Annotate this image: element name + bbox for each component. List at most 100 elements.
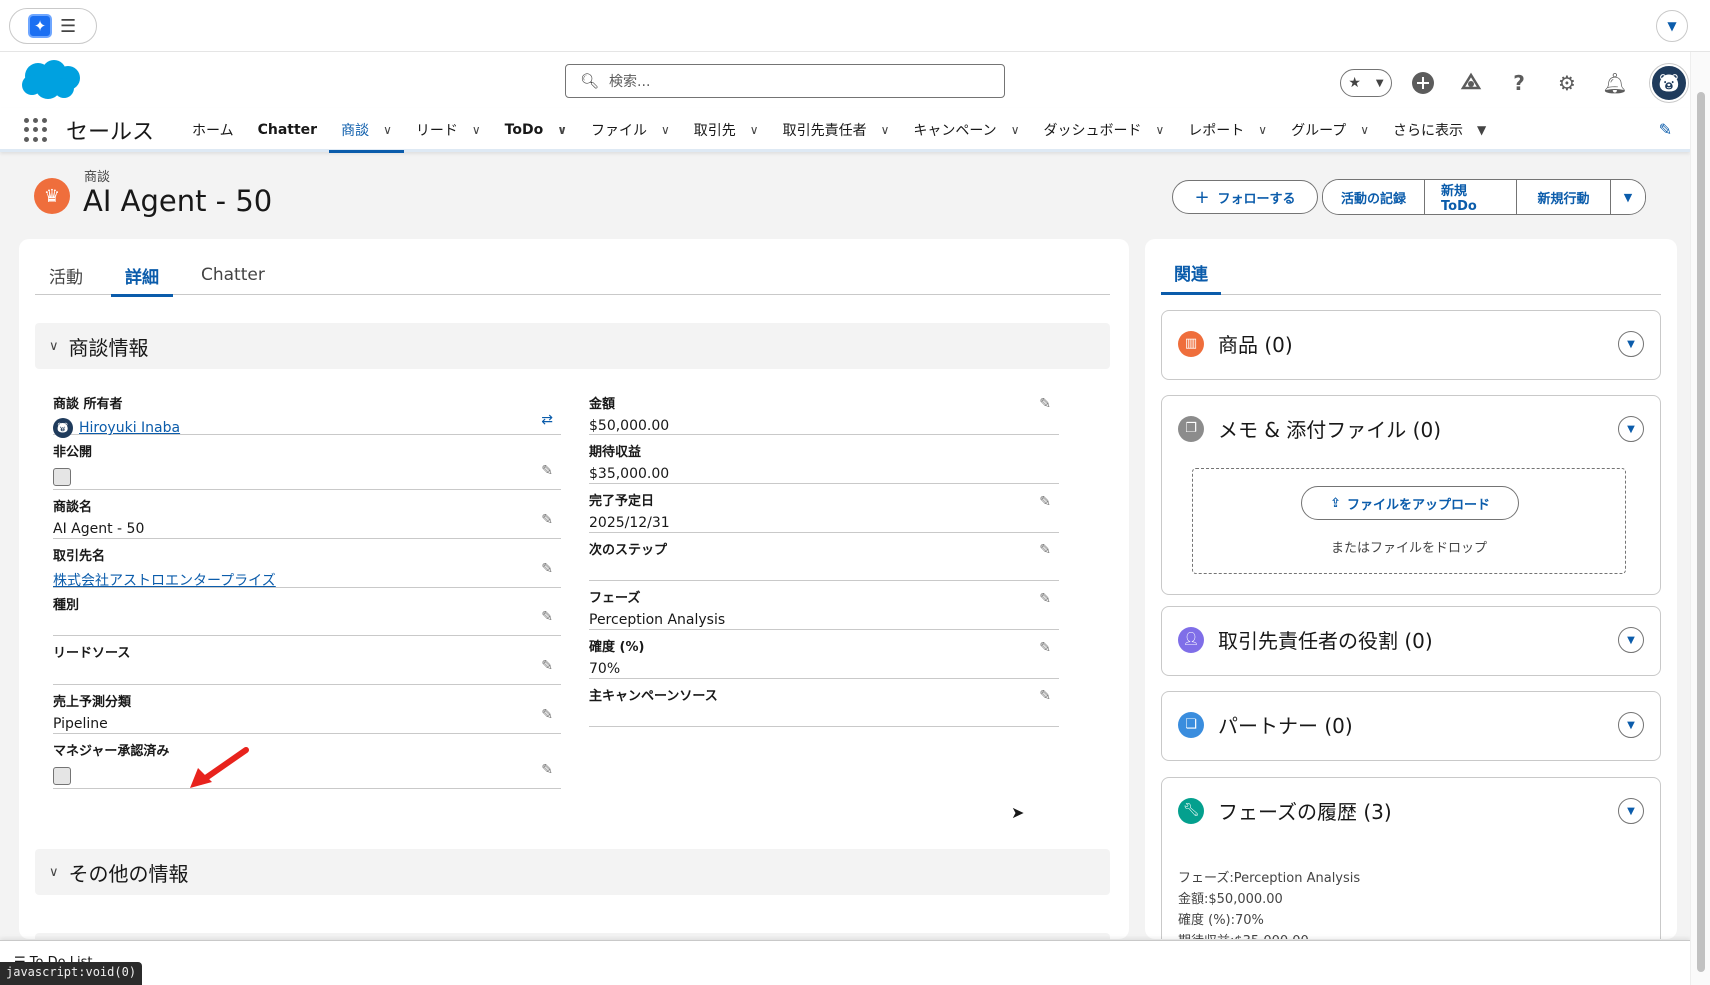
nav-item[interactable]: 商談 ∨ <box>329 108 404 153</box>
related-notes-title[interactable]: メモ & 添付ファイル (0) <box>1218 414 1441 443</box>
chevron-down-icon[interactable]: ▼ <box>1618 416 1644 442</box>
extension-button[interactable]: ✦ ☰ <box>9 8 97 44</box>
edit-pencil-icon[interactable]: ✎ <box>1039 396 1051 412</box>
tab-details[interactable]: 詳細 <box>111 255 173 297</box>
section-opportunity-info[interactable]: ∨ 商談情報 <box>35 323 1110 369</box>
section-other-info[interactable]: ∨ その他の情報 <box>35 849 1110 895</box>
new-event-button[interactable]: 新規行動 <box>1517 180 1611 214</box>
nav-item-label: ToDo <box>504 122 544 138</box>
chevron-down-icon[interactable]: ∨ <box>383 123 392 137</box>
more-actions-button[interactable]: ▼ <box>1611 180 1645 214</box>
chevron-down-icon[interactable]: ∨ <box>881 123 890 137</box>
field-label: マネジャー承認済み <box>53 744 170 759</box>
related-partners-title[interactable]: パートナー (0) <box>1218 710 1353 739</box>
nav-item[interactable]: 取引先 ∨ <box>682 108 771 152</box>
nav-item[interactable]: さらに表示 ▼ <box>1381 108 1498 152</box>
chevron-down-icon[interactable]: ∨ <box>472 123 481 137</box>
nav-item[interactable]: グループ ∨ <box>1279 108 1381 152</box>
edit-pencil-icon[interactable]: ✎ <box>541 512 553 528</box>
star-icon: ★ <box>1348 75 1361 91</box>
tab-chatter[interactable]: Chatter <box>187 255 279 295</box>
related-stage-history-title[interactable]: フェーズの履歴 (3) <box>1218 796 1392 825</box>
related-contact-roles-title[interactable]: 取引先責任者の役割 (0) <box>1218 625 1433 654</box>
nav-item[interactable]: ホーム <box>180 108 246 152</box>
change-owner-icon[interactable]: ⇄ <box>541 412 553 428</box>
chevron-down-icon[interactable]: ∨ <box>1011 123 1020 137</box>
edit-pencil-icon[interactable]: ✎ <box>1039 688 1051 704</box>
app-launcher-icon[interactable] <box>24 118 48 142</box>
edit-pencil-icon[interactable]: ✎ <box>1039 591 1051 607</box>
chevron-down-icon: ∨ <box>49 864 59 880</box>
edit-pencil-icon[interactable]: ✎ <box>541 463 553 479</box>
help-icon[interactable]: ? <box>1506 70 1532 96</box>
tab-related[interactable]: 関連 <box>1161 255 1661 295</box>
nav-item[interactable]: ダッシュボード ∨ <box>1031 108 1176 152</box>
field-label: フェーズ <box>589 591 641 606</box>
related-products-title[interactable]: 商品 (0) <box>1218 329 1293 358</box>
chevron-down-icon[interactable]: ∨ <box>557 123 567 137</box>
add-icon[interactable] <box>1410 70 1436 96</box>
edit-pencil-icon[interactable]: ✎ <box>541 762 553 778</box>
tab-activity[interactable]: 活動 <box>35 255 97 295</box>
chevron-down-icon[interactable]: ▼ <box>1656 10 1688 42</box>
checkbox[interactable] <box>53 468 71 486</box>
search-input[interactable]: 🔍︎ 検索... <box>565 64 1005 98</box>
upload-file-button[interactable]: ⇪ ファイルをアップロード <box>1301 486 1519 520</box>
edit-pencil-icon[interactable]: ✎ <box>541 707 553 723</box>
chevron-down-icon[interactable]: ∨ <box>1360 123 1369 137</box>
nav-item-label: Chatter <box>257 122 318 138</box>
field-label: 非公開 <box>53 445 93 460</box>
cloud-icon[interactable] <box>1458 70 1484 96</box>
edit-pencil-icon[interactable]: ✎ <box>1039 542 1051 558</box>
nav-item[interactable]: レポート ∨ <box>1176 108 1279 152</box>
chevron-down-icon[interactable]: ▼ <box>1618 712 1644 738</box>
gear-icon[interactable]: ⚙ <box>1554 70 1580 96</box>
follow-button[interactable]: + フォローする <box>1172 180 1318 214</box>
edit-pencil-icon[interactable]: ✎ <box>541 609 553 625</box>
scrollbar[interactable] <box>1690 52 1710 985</box>
chevron-down-icon[interactable]: ▼ <box>1477 123 1486 137</box>
favorites-button[interactable]: ★ ▼ <box>1340 69 1392 97</box>
field-value <box>589 710 1059 728</box>
field-value: 70% <box>589 661 621 677</box>
chevron-down-icon[interactable]: ▼ <box>1618 627 1644 653</box>
history-line: フェーズ:Perception Analysis <box>1178 871 1361 886</box>
field-value <box>53 667 561 685</box>
new-todo-button[interactable]: 新規ToDo <box>1425 180 1517 214</box>
avatar[interactable]: 🐻︎ <box>1650 64 1688 102</box>
nav-item[interactable]: ファイル ∨ <box>579 108 682 152</box>
field-value: Pipeline <box>53 716 108 732</box>
edit-pencil-icon[interactable]: ✎ <box>1039 640 1051 656</box>
field-row: 完了予定日 2025/12/31 ✎ <box>589 484 1059 533</box>
edit-pencil-icon[interactable]: ✎ <box>541 658 553 674</box>
chevron-down-icon[interactable]: ∨ <box>661 123 670 137</box>
checkbox[interactable] <box>53 767 71 785</box>
field-row: 種別 ✎ <box>53 588 561 636</box>
scrollbar-thumb[interactable] <box>1697 92 1705 972</box>
field-label: 取引先名 <box>53 549 106 564</box>
history-line: 金額:$50,000.00 <box>1178 892 1283 907</box>
plus-icon: + <box>1194 186 1210 208</box>
search-placeholder: 検索... <box>609 74 651 90</box>
record-link[interactable]: 株式会社アストロエンタープライズ <box>53 573 276 589</box>
chevron-down-icon[interactable]: ∨ <box>750 123 759 137</box>
nav-item[interactable]: ToDo ∨ <box>493 108 579 152</box>
nav-item[interactable]: キャンペーン ∨ <box>901 108 1031 152</box>
edit-pencil-icon[interactable]: ✎ <box>1039 494 1051 510</box>
nav-item[interactable]: リード ∨ <box>404 108 493 152</box>
history-line: 期待収益:$35,000.00 <box>1178 931 1360 939</box>
nav-item[interactable]: 取引先責任者 ∨ <box>771 108 902 152</box>
bell-icon[interactable]: 🔔︎ <box>1602 70 1628 96</box>
edit-pencil-icon[interactable]: ✎ <box>541 561 553 577</box>
chevron-down-icon[interactable]: ▼ <box>1618 798 1644 824</box>
salesforce-logo[interactable] <box>18 58 82 102</box>
chevron-down-icon[interactable]: ∨ <box>1258 123 1267 137</box>
log-activity-button[interactable]: 活動の記録 <box>1323 180 1425 214</box>
edit-nav-icon[interactable]: ✎ <box>1659 120 1672 139</box>
chevron-down-icon[interactable]: ∨ <box>1155 123 1164 137</box>
field-row: 商談 所有者 🐻︎ Hiroyuki Inaba ⇄ <box>53 387 561 438</box>
nav-item[interactable]: Chatter <box>246 108 329 152</box>
file-dropzone[interactable]: ⇪ ファイルをアップロード またはファイルをドロップ <box>1192 468 1626 574</box>
chevron-down-icon[interactable]: ▼ <box>1618 331 1644 357</box>
record-link[interactable]: Hiroyuki Inaba <box>79 420 180 436</box>
